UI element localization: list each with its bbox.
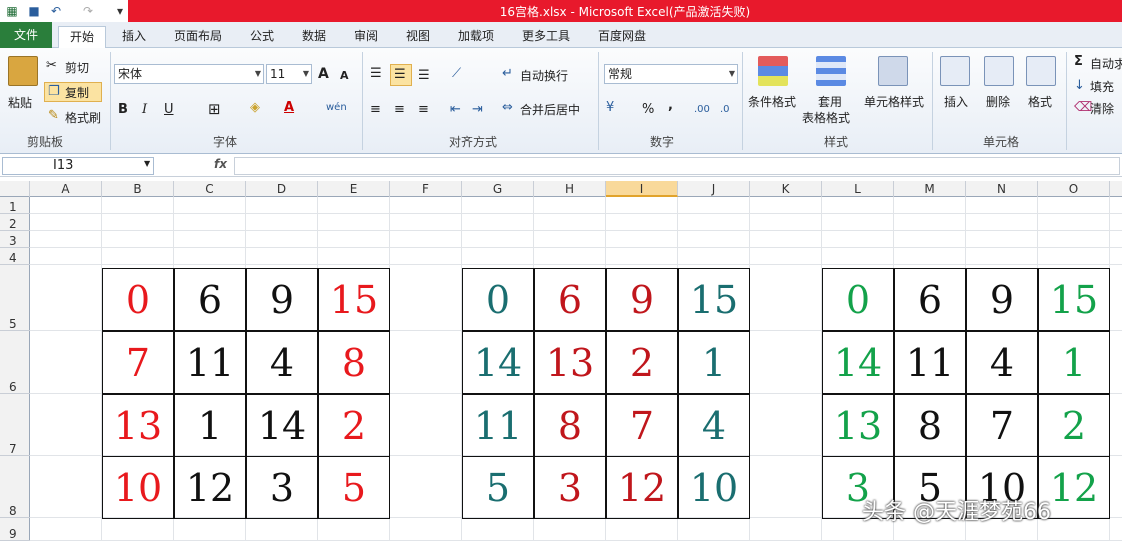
grid-1-cell-r3c4[interactable]: 2 <box>318 394 390 457</box>
worksheet[interactable]: 0 6 9 15 7 11 4 8 13 1 14 2 10 12 3 5 0 6 9 15 14 13 2 1 11 8 7 4 5 3… <box>0 0 1122 541</box>
grid-2-cell-r1c3[interactable]: 9 <box>606 268 678 331</box>
grid-3-cell-r2c1[interactable]: 14 <box>822 331 894 394</box>
grid-2-cell-r2c1[interactable]: 14 <box>462 331 534 394</box>
grid-3-cell-r3c3[interactable]: 7 <box>966 394 1038 457</box>
grid-1-cell-r4c1[interactable]: 10 <box>102 456 174 519</box>
grid-2-cell-r4c1[interactable]: 5 <box>462 456 534 519</box>
grid-2-cell-r4c4[interactable]: 10 <box>678 456 750 519</box>
grid-1-cell-r3c1[interactable]: 13 <box>102 394 174 457</box>
grid-3-cell-r1c1[interactable]: 0 <box>822 268 894 331</box>
grid-3-cell-r2c3[interactable]: 4 <box>966 331 1038 394</box>
grid-1-cell-r1c1[interactable]: 0 <box>102 268 174 331</box>
grid-1-cell-r2c2[interactable]: 11 <box>174 331 246 394</box>
grid-2-cell-r4c3[interactable]: 12 <box>606 456 678 519</box>
grid-2-cell-r3c1[interactable]: 11 <box>462 394 534 457</box>
grid-2-cell-r2c3[interactable]: 2 <box>606 331 678 394</box>
grid-1-cell-r1c4[interactable]: 15 <box>318 268 390 331</box>
gridline <box>30 213 1122 214</box>
grid-1-cell-r2c1[interactable]: 7 <box>102 331 174 394</box>
watermark: 头条 @天涯梦苑66 <box>862 500 1051 525</box>
grid-3-cell-r1c4[interactable]: 15 <box>1038 268 1110 331</box>
grid-1-cell-r1c3[interactable]: 9 <box>246 268 318 331</box>
grid-3-cell-r2c4[interactable]: 1 <box>1038 331 1110 394</box>
grid-2-cell-r1c1[interactable]: 0 <box>462 268 534 331</box>
grid-3-cell-r3c1[interactable]: 13 <box>822 394 894 457</box>
grid-1-cell-r2c3[interactable]: 4 <box>246 331 318 394</box>
grid-2-cell-r2c4[interactable]: 1 <box>678 331 750 394</box>
grid-3-cell-r2c2[interactable]: 11 <box>894 331 966 394</box>
grid-1-cell-r3c2[interactable]: 1 <box>174 394 246 457</box>
grid-1-cell-r4c4[interactable]: 5 <box>318 456 390 519</box>
grid-1-cell-r4c2[interactable]: 12 <box>174 456 246 519</box>
grid-3-cell-r1c3[interactable]: 9 <box>966 268 1038 331</box>
grid-2-cell-r3c2[interactable]: 8 <box>534 394 606 457</box>
gridline <box>30 230 1122 231</box>
gridline <box>30 247 1122 248</box>
grid-1-cell-r2c4[interactable]: 8 <box>318 331 390 394</box>
grid-2-cell-r3c3[interactable]: 7 <box>606 394 678 457</box>
gridline <box>30 264 1122 265</box>
grid-2-cell-r1c4[interactable]: 15 <box>678 268 750 331</box>
grid-2-cell-r4c2[interactable]: 3 <box>534 456 606 519</box>
grid-2-cell-r1c2[interactable]: 6 <box>534 268 606 331</box>
grid-3-cell-r1c2[interactable]: 6 <box>894 268 966 331</box>
grid-1-cell-r1c2[interactable]: 6 <box>174 268 246 331</box>
grid-1-cell-r3c3[interactable]: 14 <box>246 394 318 457</box>
grid-1-cell-r4c3[interactable]: 3 <box>246 456 318 519</box>
grid-3-cell-r3c2[interactable]: 8 <box>894 394 966 457</box>
grid-2-cell-r2c2[interactable]: 13 <box>534 331 606 394</box>
grid-2-cell-r3c4[interactable]: 4 <box>678 394 750 457</box>
grid-3-cell-r3c4[interactable]: 2 <box>1038 394 1110 457</box>
